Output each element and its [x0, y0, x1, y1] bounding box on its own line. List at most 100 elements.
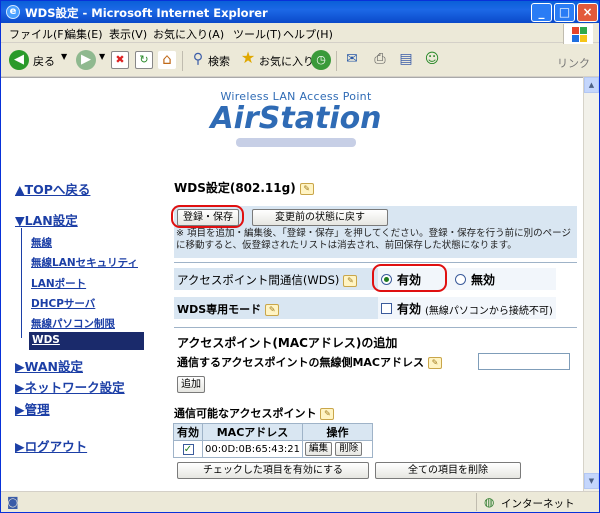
- forward-arrow-icon[interactable]: ▶: [76, 50, 96, 70]
- title-bar: e WDS設定 - Microsoft Internet Explorer _ …: [1, 1, 599, 23]
- back-arrow-icon[interactable]: ◀: [9, 50, 29, 70]
- help-pencil-icon[interactable]: ✎: [265, 304, 280, 316]
- search-icon[interactable]: ⚲: [189, 51, 207, 69]
- stop-icon[interactable]: ✖: [111, 51, 129, 69]
- nav-wds-label: WDS: [32, 334, 60, 346]
- search-label[interactable]: 検索: [208, 53, 230, 69]
- airstation-logo: Wireless LAN Access Point AirStation: [196, 90, 396, 150]
- home-icon[interactable]: ⌂: [158, 51, 176, 69]
- save-button[interactable]: 登録・保存: [177, 209, 239, 226]
- toolbar-separator: [182, 51, 183, 71]
- maximize-button[interactable]: □: [554, 3, 575, 22]
- nav-wan-settings[interactable]: ▶WAN設定: [15, 356, 83, 375]
- wds-mode-checkbox[interactable]: [381, 303, 392, 314]
- nav-lan-settings[interactable]: ▼LAN設定: [15, 210, 78, 229]
- toolbar: ◀ 戻る ▼ ▶ ▼ ✖ ↻ ⌂ ⚲ 検索 ★ お気に入り ◷ ✉ ⎙ ▤ ☺ …: [1, 43, 599, 77]
- help-pencil-icon[interactable]: ✎: [320, 408, 335, 420]
- edit-button[interactable]: 編集: [305, 442, 333, 456]
- nav-tree-line: [21, 228, 27, 338]
- mac-label: 通信するアクセスポイントの無線側MACアドレス ✎: [177, 354, 442, 370]
- menu-view[interactable]: 表示(V): [109, 26, 147, 42]
- enable-radio[interactable]: [381, 274, 392, 285]
- nav-wireless-security[interactable]: 無線LANセキュリティ: [31, 255, 138, 270]
- status-separator: [476, 493, 477, 511]
- save-note: ※ 項目を追加・編集後、「登録・保存」を押してください。登録・保存を行う前に別の…: [176, 228, 571, 251]
- internet-zone-icon: ◍: [484, 495, 495, 509]
- col-operation: 操作: [302, 423, 374, 441]
- nav-network-settings[interactable]: ▶ネットワーク設定: [15, 377, 125, 396]
- back-dropdown-icon[interactable]: ▼: [61, 52, 67, 61]
- ie-icon: e: [6, 5, 20, 19]
- print-icon[interactable]: ⎙: [371, 51, 389, 69]
- row-enable-cell: ✓: [173, 440, 203, 458]
- mac-input[interactable]: [478, 353, 570, 370]
- delete-button[interactable]: 削除: [335, 442, 363, 456]
- page-status-icon: ◙: [7, 495, 19, 509]
- menu-help[interactable]: ヘルプ(H): [283, 26, 333, 42]
- enable-checked-button[interactable]: チェックした項目を有効にする: [177, 462, 369, 479]
- menu-file[interactable]: ファイル(F): [9, 26, 68, 42]
- help-pencil-icon[interactable]: ✎: [299, 182, 314, 195]
- messenger-icon[interactable]: ☺: [423, 51, 441, 69]
- divider: [174, 327, 577, 328]
- table-header-row: 有効 MACアドレス 操作: [173, 423, 374, 441]
- ap-comm-label: アクセスポイント間通信(WDS) ✎: [177, 272, 358, 288]
- disable-radio[interactable]: [455, 274, 466, 285]
- add-button[interactable]: 追加: [177, 376, 205, 393]
- page-title: WDS設定(802.11g) ✎: [174, 179, 314, 196]
- col-enable: 有効: [173, 423, 203, 441]
- wds-mode-check-label: 有効: [397, 302, 422, 316]
- favorites-star-icon[interactable]: ★: [239, 50, 257, 68]
- nav-admin[interactable]: ▶管理: [15, 399, 50, 418]
- row-operations: 編集 削除: [302, 440, 374, 458]
- ap-list-heading: 通信可能なアクセスポイント ✎: [174, 405, 335, 421]
- device-name-blurred: [236, 138, 356, 147]
- help-pencil-icon[interactable]: ✎: [343, 274, 358, 287]
- minimize-button[interactable]: _: [531, 3, 552, 22]
- history-icon[interactable]: ◷: [311, 50, 331, 70]
- menu-edit[interactable]: 編集(E): [65, 26, 103, 42]
- enable-radio-label: 有効: [397, 273, 422, 287]
- menu-favorites[interactable]: お気に入り(A): [153, 26, 224, 42]
- page-content: Wireless LAN Access Point AirStation ▲TO…: [1, 77, 583, 491]
- toolbar-separator: [336, 51, 337, 71]
- mail-icon[interactable]: ✉: [343, 51, 361, 69]
- window-title: WDS設定 - Microsoft Internet Explorer: [25, 6, 268, 20]
- forward-dropdown-icon[interactable]: ▼: [99, 52, 105, 61]
- wds-mode-note: (無線パソコンから接続不可): [425, 306, 553, 317]
- nav-wireless[interactable]: 無線: [31, 235, 52, 250]
- disable-radio-label: 無効: [471, 273, 496, 287]
- refresh-icon[interactable]: ↻: [135, 51, 153, 69]
- table-row: ✓ 00:0D:0B:65:43:21 編集 削除: [173, 440, 374, 458]
- menu-bar: ファイル(F) 編集(E) 表示(V) お気に入り(A) ツール(T) ヘルプ(…: [1, 23, 599, 43]
- delete-all-button[interactable]: 全ての項目を削除: [375, 462, 521, 479]
- links-label[interactable]: リンク: [557, 55, 590, 71]
- favorites-label[interactable]: お気に入り: [259, 53, 314, 69]
- row-enable-checkbox[interactable]: ✓: [182, 443, 194, 455]
- browser-window: e WDS設定 - Microsoft Internet Explorer _ …: [0, 0, 600, 513]
- add-ap-heading: アクセスポイント(MACアドレス)の追加: [177, 336, 398, 350]
- help-pencil-icon[interactable]: ✎: [427, 357, 442, 369]
- nav-dhcp-server[interactable]: DHCPサーバ: [31, 296, 95, 311]
- scroll-up-icon[interactable]: ▲: [584, 77, 599, 93]
- close-button[interactable]: ×: [577, 3, 598, 22]
- ap-table: 有効 MACアドレス 操作 ✓ 00:0D:0B:65:43:21 編集 削除: [173, 423, 374, 458]
- nav-logout[interactable]: ▶ログアウト: [15, 436, 87, 455]
- nav-wds-selected[interactable]: WDS: [29, 332, 144, 350]
- windows-logo-icon: [563, 24, 593, 44]
- back-label[interactable]: 戻る: [33, 53, 55, 69]
- col-mac: MACアドレス: [201, 423, 304, 441]
- edit-page-icon[interactable]: ▤: [397, 51, 415, 69]
- nav-lan-port[interactable]: LANポート: [31, 276, 86, 291]
- wds-mode-label: WDS専用モード ✎: [177, 301, 280, 317]
- divider: [174, 262, 577, 263]
- status-bar: ◙ ◍ インターネット: [1, 491, 599, 512]
- row-mac: 00:0D:0B:65:43:21: [201, 440, 304, 458]
- scroll-down-icon[interactable]: ▼: [584, 473, 599, 489]
- revert-button[interactable]: 変更前の状態に戻す: [252, 209, 388, 226]
- nav-top[interactable]: ▲TOPへ戻る: [15, 179, 90, 198]
- menu-tools[interactable]: ツール(T): [233, 26, 281, 42]
- logo-name: AirStation: [210, 101, 382, 136]
- vertical-scrollbar[interactable]: ▲ ▼: [583, 77, 599, 491]
- nav-wireless-pc-restriction[interactable]: 無線パソコン制限: [31, 316, 115, 331]
